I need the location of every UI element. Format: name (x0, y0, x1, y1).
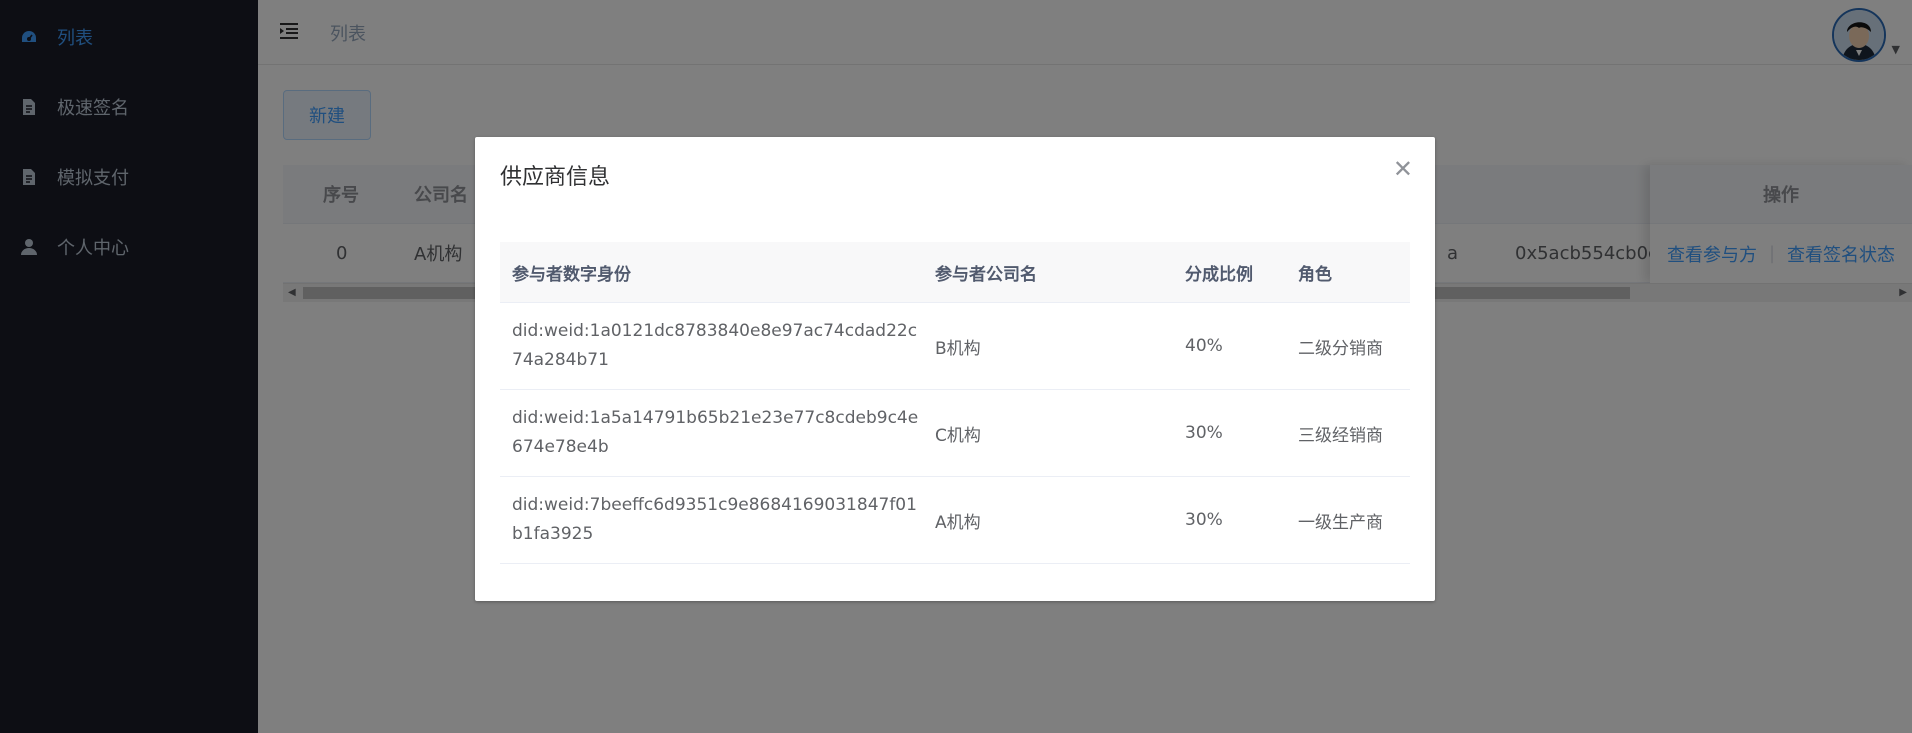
cell-ratio: 40% (1185, 336, 1223, 356)
cell-did: did:weid:1a5a14791b65b21e23e77c8cdeb9c4e… (512, 408, 919, 457)
cell-company: A机构 (935, 512, 981, 533)
cell-role: 三级经销商 (1298, 425, 1383, 446)
cell-company: B机构 (935, 338, 981, 359)
dialog-title: 供应商信息 (500, 165, 611, 190)
table-header: 参与者数字身份 参与者公司名 分成比例 角色 (500, 242, 1410, 303)
cell-role: 二级分销商 (1298, 338, 1383, 359)
cell-role: 一级生产商 (1298, 512, 1383, 533)
column-header-ratio: 分成比例 (1185, 264, 1253, 285)
supplier-info-dialog: 供应商信息 ✕ 参与者数字身份 参与者公司名 分成比例 角色 did:weid:… (475, 137, 1435, 601)
cell-ratio: 30% (1185, 423, 1223, 443)
table-row: did:weid:1a0121dc8783840e8e97ac74cdad22c… (500, 303, 1410, 390)
column-header-did: 参与者数字身份 (512, 264, 631, 285)
table-row: did:weid:7beeffc6d9351c9e8684169031847f0… (500, 477, 1410, 564)
cell-company: C机构 (935, 425, 981, 446)
participants-table: 参与者数字身份 参与者公司名 分成比例 角色 did:weid:1a0121dc… (500, 242, 1410, 564)
cell-ratio: 30% (1185, 510, 1223, 530)
table-row: did:weid:1a5a14791b65b21e23e77c8cdeb9c4e… (500, 390, 1410, 477)
cell-did: did:weid:1a0121dc8783840e8e97ac74cdad22c… (512, 321, 918, 370)
column-header-role: 角色 (1298, 264, 1332, 285)
column-header-company: 参与者公司名 (935, 264, 1037, 285)
cell-did: did:weid:7beeffc6d9351c9e8684169031847f0… (512, 495, 917, 544)
close-icon[interactable]: ✕ (1393, 157, 1413, 181)
